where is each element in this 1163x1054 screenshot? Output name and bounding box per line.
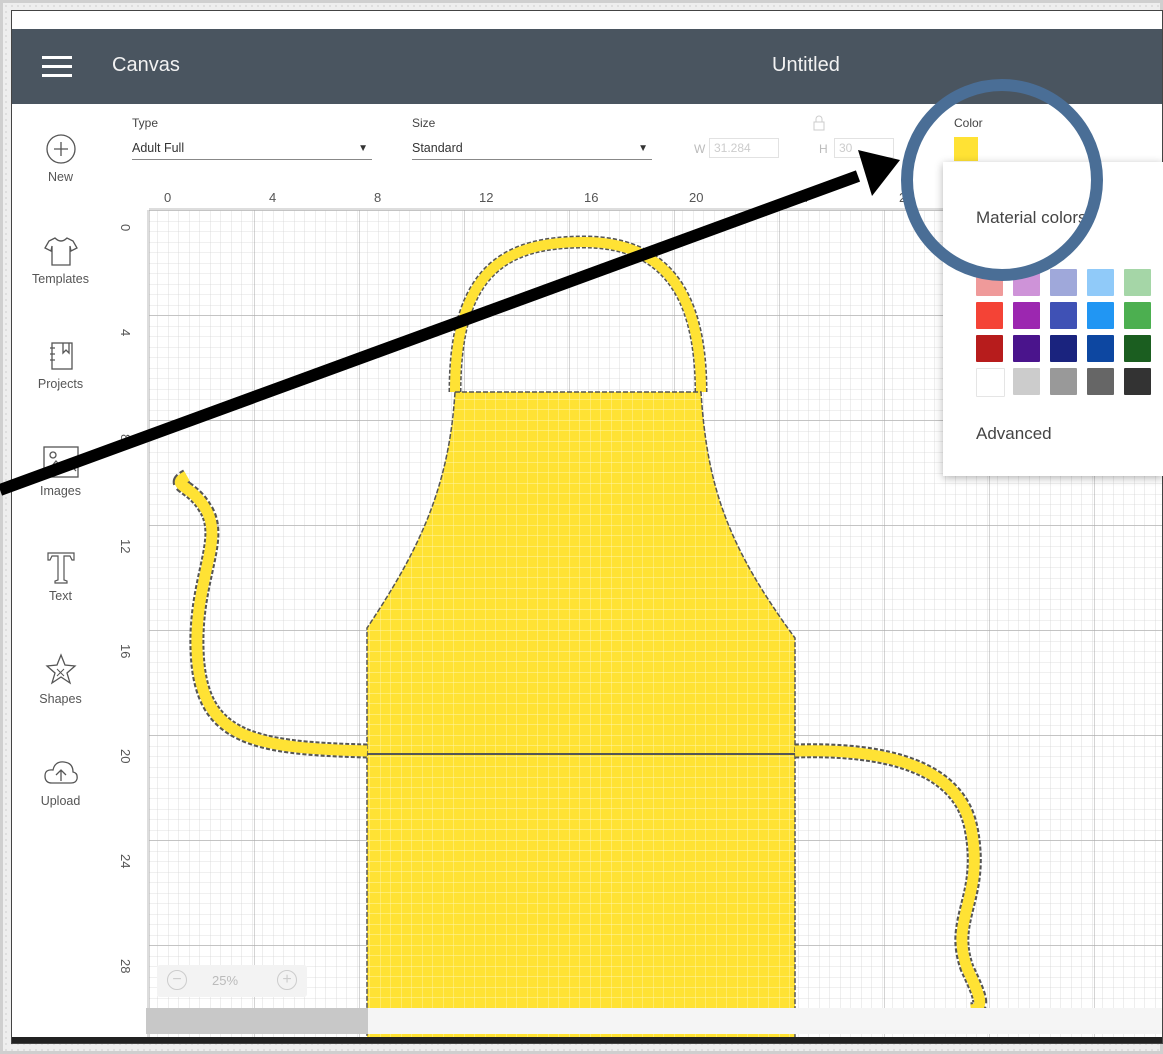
width-input[interactable]: 31.284 — [709, 138, 779, 158]
sidebar-item-upload[interactable]: Upload — [12, 756, 109, 808]
color-swatch[interactable] — [1087, 269, 1114, 296]
zoom-level: 25% — [212, 973, 239, 988]
color-swatch[interactable] — [1124, 368, 1151, 395]
sidebar-item-label: Text — [49, 589, 72, 603]
type-select-value: Adult Full — [132, 141, 185, 155]
color-swatch[interactable] — [1013, 368, 1040, 395]
color-swatch[interactable] — [1050, 368, 1077, 395]
color-swatch[interactable] — [1050, 269, 1077, 296]
sidebar-item-label: Shapes — [39, 692, 82, 706]
dropdown-caret-icon: ▼ — [358, 143, 368, 154]
tshirt-icon — [43, 237, 78, 266]
document-title[interactable]: Untitled — [772, 54, 840, 77]
color-picker-popup: Material colors Advanced — [943, 162, 1163, 476]
color-swatch[interactable] — [976, 368, 1005, 397]
color-swatch[interactable] — [976, 335, 1003, 362]
text-T-icon — [46, 552, 75, 584]
zoom-in-button[interactable]: + — [277, 970, 297, 990]
color-swatch[interactable] — [976, 302, 1003, 329]
color-swatch[interactable] — [976, 269, 1003, 296]
zoom-out-button[interactable]: − — [167, 970, 187, 990]
color-swatch[interactable] — [1124, 302, 1151, 329]
color-swatch[interactable] — [1013, 269, 1040, 296]
color-swatch[interactable] — [1050, 335, 1077, 362]
sidebar-item-templates[interactable]: Templates — [12, 234, 109, 286]
sidebar-item-projects[interactable]: Projects — [12, 339, 109, 391]
cloud-upload-icon — [43, 761, 78, 784]
app-header: Canvas Untitled — [12, 29, 1162, 104]
height-input[interactable]: 30 — [834, 138, 894, 158]
sidebar-item-label: Templates — [32, 272, 89, 286]
image-icon — [42, 446, 79, 478]
sidebar-item-text[interactable]: Text — [12, 549, 109, 603]
color-swatch[interactable] — [1013, 302, 1040, 329]
dropdown-caret-icon: ▼ — [638, 143, 648, 154]
horizontal-scrollbar-thumb[interactable] — [146, 1008, 368, 1034]
size-select-value: Standard — [412, 141, 463, 155]
material-colors-title: Material colors — [976, 208, 1087, 227]
size-select[interactable]: Standard ▼ — [412, 138, 652, 160]
height-label: H — [819, 142, 828, 156]
type-select[interactable]: Adult Full ▼ — [132, 138, 372, 160]
sidebar-item-label: Images — [40, 484, 81, 498]
app-title: Canvas — [112, 54, 180, 76]
color-swatch[interactable] — [1050, 302, 1077, 329]
plus-circle-icon — [45, 134, 76, 164]
color-swatch[interactable] — [1087, 335, 1114, 362]
color-swatch-button[interactable] — [954, 137, 978, 161]
sidebar-item-label: New — [47, 170, 73, 184]
shapes-star-icon — [44, 653, 77, 685]
top-strip — [12, 11, 1162, 29]
sidebar-item-images[interactable]: Images — [12, 444, 109, 498]
color-label: Color — [954, 116, 983, 130]
sidebar-item-new[interactable]: New — [12, 132, 109, 184]
size-label: Size — [412, 116, 436, 130]
width-label: W — [694, 142, 706, 156]
advanced-colors-link[interactable]: Advanced — [976, 424, 1052, 444]
projects-book-icon — [49, 342, 73, 370]
color-swatch[interactable] — [1013, 335, 1040, 362]
color-swatch[interactable] — [1124, 269, 1151, 296]
sidebar-item-shapes[interactable]: Shapes — [12, 652, 109, 706]
bottom-bar — [12, 1037, 1162, 1043]
left-sidebar: New Templates Projects Images Text Shape… — [12, 104, 110, 1043]
color-swatch[interactable] — [1087, 302, 1114, 329]
lock-icon[interactable] — [811, 114, 827, 132]
sidebar-item-label: Projects — [37, 377, 84, 391]
hamburger-menu-icon[interactable] — [42, 56, 72, 78]
color-swatch[interactable] — [1087, 368, 1114, 395]
sidebar-item-label: Upload — [40, 794, 81, 808]
zoom-control: − 25% + — [157, 965, 307, 997]
color-swatch[interactable] — [1124, 335, 1151, 362]
type-label: Type — [132, 116, 159, 130]
